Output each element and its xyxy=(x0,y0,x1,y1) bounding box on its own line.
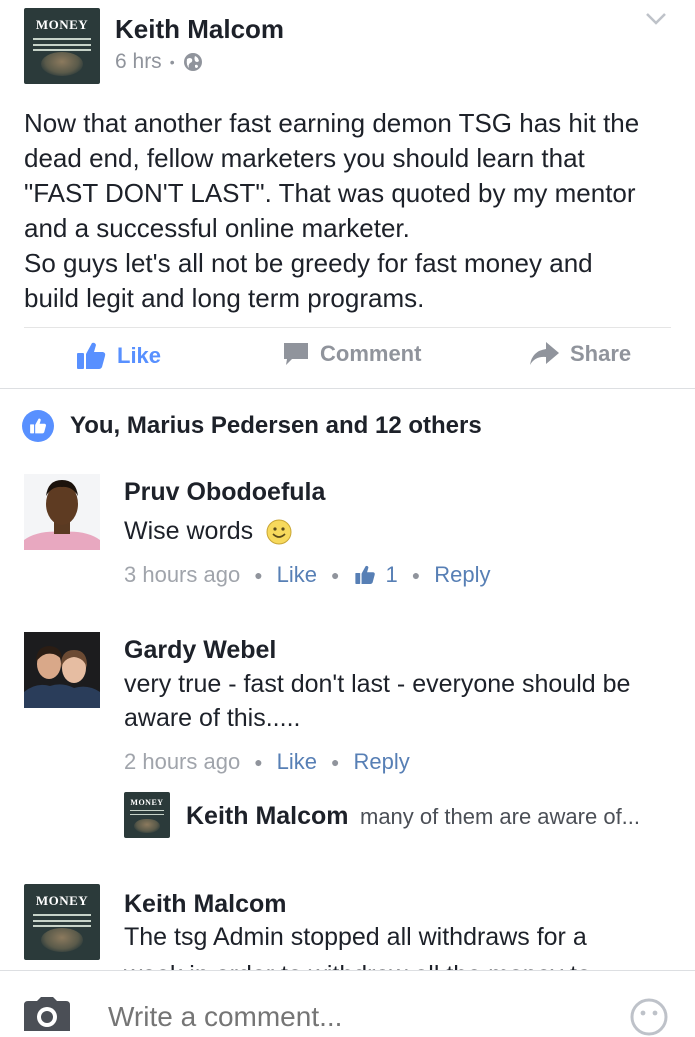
post-body: Now that another fast earning demon TSG … xyxy=(24,108,640,313)
comment-text: very true - fast don't last - everyone s… xyxy=(124,670,631,732)
avatar-money-text: MONEY xyxy=(35,17,89,33)
commenter-name[interactable]: Pruv Obodoefula xyxy=(124,478,325,507)
smile-emoji-icon xyxy=(266,519,292,545)
comment-like-button[interactable]: Like xyxy=(277,562,317,588)
commenter-name[interactable]: Gardy Webel xyxy=(124,636,276,665)
comment-meta: 3 hours ago ● Like ● 1 ● Reply xyxy=(124,562,491,588)
reply-preview[interactable]: MONEY Keith Malcom many of them are awar… xyxy=(124,792,684,838)
share-label: Share xyxy=(570,341,632,366)
chevron-down-icon[interactable] xyxy=(645,12,667,26)
comment-text-overflow: week in order to withdraw all the money … xyxy=(124,958,591,970)
comment-reply-button[interactable]: Reply xyxy=(434,562,490,588)
globe-icon xyxy=(183,53,202,71)
divider xyxy=(0,388,695,389)
comment-time: 2 hours ago xyxy=(124,749,241,774)
camera-icon[interactable] xyxy=(22,997,72,1031)
comment-button[interactable]: Comment xyxy=(282,340,695,368)
thumbs-up-icon xyxy=(354,565,375,584)
comment-meta: 2 hours ago ● Like ● Reply xyxy=(124,749,410,775)
emoji-icon[interactable] xyxy=(629,997,669,1037)
post-meta: 6 hrs • xyxy=(115,50,203,74)
thumbs-up-icon xyxy=(77,342,106,369)
reply-author-name: Keith Malcom xyxy=(186,802,349,830)
divider xyxy=(24,327,671,328)
commenter-avatar[interactable]: MONEY xyxy=(24,884,100,960)
like-button[interactable]: Like xyxy=(75,340,161,372)
comment-reply-button[interactable]: Reply xyxy=(354,749,410,775)
likes-text: You, Marius Pedersen and 12 others xyxy=(70,412,482,439)
likes-summary[interactable]: You, Marius Pedersen and 12 others xyxy=(22,410,482,442)
reply-text: many of them are aware of... xyxy=(360,804,641,829)
post-header: MONEY Keith Malcom 6 hrs • xyxy=(0,0,695,100)
reply-author-avatar: MONEY xyxy=(124,792,170,838)
comment-time: 3 hours ago xyxy=(124,562,241,587)
share-icon xyxy=(530,342,559,365)
post-time[interactable]: 6 hrs xyxy=(115,50,162,74)
share-button[interactable]: Share xyxy=(528,340,631,368)
commenter-name[interactable]: Keith Malcom xyxy=(124,890,287,919)
meta-separator: • xyxy=(169,54,175,70)
comment-icon xyxy=(284,343,308,365)
commenter-avatar[interactable] xyxy=(24,474,100,550)
commenter-avatar[interactable] xyxy=(24,632,100,708)
comment-reaction-count[interactable]: 1 xyxy=(354,562,398,588)
like-label: Like xyxy=(117,343,162,368)
like-badge-icon xyxy=(22,410,54,442)
comment-text: Wise words xyxy=(124,514,664,548)
comment-like-button[interactable]: Like xyxy=(277,749,317,775)
comment-label: Comment xyxy=(320,341,422,366)
comment-composer xyxy=(0,970,695,1036)
commenter-avatar-money-text: MONEY xyxy=(35,893,89,909)
post-actions: Like Comment Share xyxy=(0,330,695,386)
comment-text: The tsg Admin stopped all withdraws for … xyxy=(124,923,587,951)
author-avatar[interactable]: MONEY xyxy=(24,8,100,84)
post-author-name[interactable]: Keith Malcom xyxy=(115,14,284,45)
reply-avatar-money-text: MONEY xyxy=(130,797,164,807)
comment-input[interactable] xyxy=(108,1001,578,1033)
